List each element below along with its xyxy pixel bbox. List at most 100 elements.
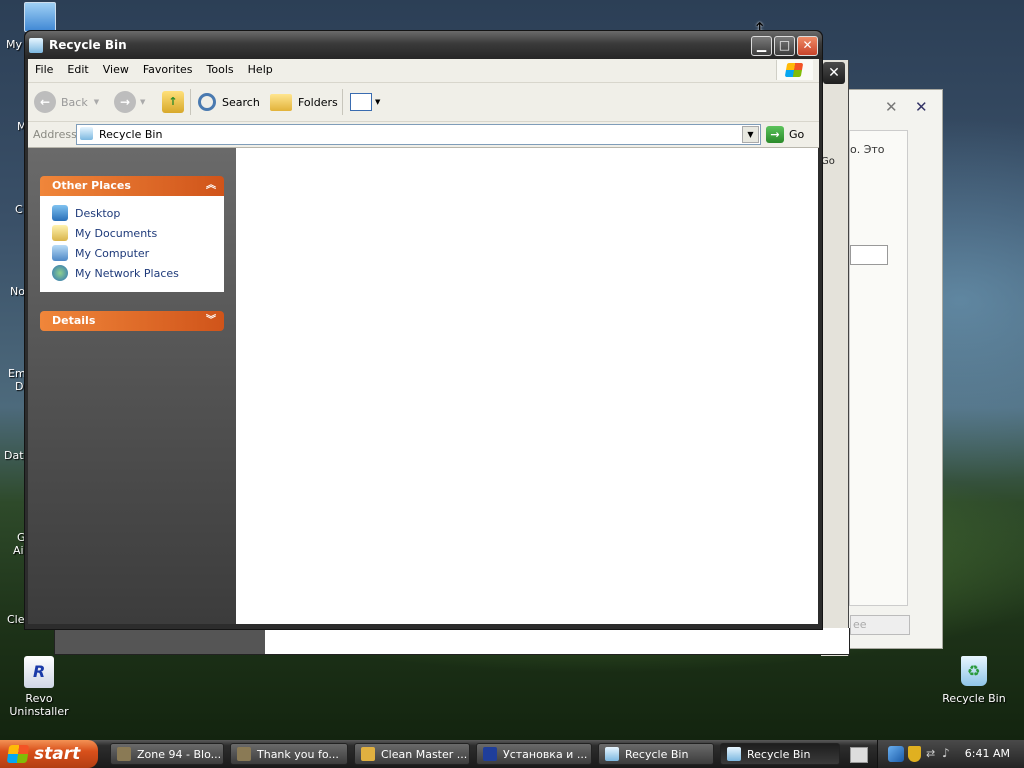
back-label: Back	[61, 95, 88, 109]
go-arrow-icon: →	[766, 125, 784, 143]
minimize-button[interactable]: ▁	[751, 36, 772, 56]
menu-help[interactable]: Help	[241, 59, 280, 81]
details-header[interactable]: Details ︾	[40, 311, 224, 331]
desktop-label-fragment[interactable]: No	[10, 285, 25, 298]
go-button[interactable]: → Go	[766, 124, 804, 144]
background-go-label: Go	[821, 156, 835, 167]
background-dialog[interactable]: ✕ ✕ о. Это ee	[848, 89, 943, 649]
address-label: Address	[33, 128, 77, 141]
expand-chevron-icon[interactable]: ︾	[206, 311, 216, 331]
explorer-window: Recycle Bin ▁ □ ✕ File Edit View Favorites T…	[24, 30, 823, 630]
recycle-bin-icon	[80, 127, 93, 140]
taskbar-item[interactable]: Recycle Bin	[598, 743, 714, 765]
folders-button[interactable]: Folders	[270, 89, 338, 115]
taskbar-item[interactable]: Установка и ...	[476, 743, 592, 765]
my-computer-icon[interactable]	[24, 2, 56, 32]
desktop-label-fragment[interactable]: D	[15, 380, 23, 393]
views-button[interactable]: ▼	[350, 89, 380, 115]
recycle-bin-icon	[605, 747, 619, 761]
recycle-bin-label: Recycle Bin	[942, 692, 1006, 705]
windows-flag-icon	[6, 745, 30, 763]
menu-file[interactable]: File	[28, 59, 60, 81]
start-button[interactable]: start	[0, 740, 98, 768]
speaker-tray-icon[interactable]: ♪	[942, 746, 950, 760]
security-shield-icon[interactable]	[908, 746, 921, 762]
maximize-button[interactable]: □	[774, 36, 795, 56]
desktop-label-fragment[interactable]: Cle	[7, 613, 25, 626]
place-my-computer[interactable]: My Computer	[52, 244, 149, 262]
installer-icon	[483, 747, 497, 761]
network-tray-icon[interactable]	[888, 746, 904, 762]
network-places-icon	[52, 265, 68, 281]
back-dropdown-icon[interactable]: ▼	[94, 98, 99, 106]
back-button[interactable]: ← Back ▼	[34, 89, 99, 115]
recycle-bin-icon	[29, 38, 43, 53]
place-desktop[interactable]: Desktop	[52, 204, 120, 222]
desktop-icon	[52, 205, 68, 221]
my-documents-icon	[52, 225, 68, 241]
views-dropdown-icon: ▼	[375, 98, 381, 106]
menu-edit[interactable]: Edit	[60, 59, 95, 81]
taskbar: start Zone 94 - Blo... Thank you fo... C…	[0, 740, 1024, 768]
close-button[interactable]: ✕	[797, 36, 818, 56]
file-list-area[interactable]	[236, 148, 818, 624]
menu-bar: File Edit View Favorites Tools Help	[28, 59, 819, 83]
recycle-bin-icon	[727, 747, 741, 761]
forward-dropdown-icon[interactable]: ▼	[140, 98, 145, 106]
revo-uninstaller-label: Revo Uninstaller	[9, 692, 69, 718]
search-button[interactable]: Search	[198, 89, 260, 115]
taskbar-item[interactable]: Zone 94 - Blo...	[110, 743, 224, 765]
other-places-header[interactable]: Other Places ︽	[40, 176, 224, 196]
revo-uninstaller-shortcut[interactable]: R Revo Uninstaller	[4, 656, 74, 718]
desktop-label-fragment[interactable]: Ai	[13, 544, 24, 557]
background-dialog-button[interactable]: ee	[850, 615, 910, 635]
title-bar[interactable]: Recycle Bin ▁ □ ✕	[25, 31, 822, 59]
place-my-documents-label: My Documents	[75, 226, 158, 240]
details-title: Details	[52, 314, 96, 327]
taskbar-item[interactable]: Thank you fo...	[230, 743, 348, 765]
background-dialog-input[interactable]	[850, 245, 888, 265]
background-close-icon[interactable]: ✕	[885, 98, 898, 116]
address-field[interactable]: Recycle Bin ▼	[76, 124, 761, 145]
background-dialog-text: о. Это	[850, 143, 885, 156]
go-label: Go	[789, 127, 805, 141]
views-icon	[350, 93, 372, 111]
task-pane: Other Places ︽ Desktop My Documents My C…	[28, 148, 236, 624]
forward-button[interactable]: → ▼	[114, 89, 145, 115]
taskbar-item[interactable]: Clean Master ...	[354, 743, 470, 765]
windows-logo-icon	[776, 60, 813, 80]
background-window-edge: ✕ Go	[821, 60, 849, 656]
recycle-bin-shortcut[interactable]: ♻ Recycle Bin	[938, 656, 1010, 705]
connection-tray-icon[interactable]: ⇄	[926, 747, 935, 760]
standard-toolbar: ← Back ▼ → ▼ ↑ Search Folders ▼	[28, 83, 819, 122]
background-window-bottom	[54, 628, 850, 655]
browser-icon	[117, 747, 131, 761]
taskbar-item-label: Clean Master ...	[381, 747, 468, 761]
taskbar-item-label: Thank you fo...	[257, 747, 339, 761]
taskbar-item-label: Recycle Bin	[625, 747, 689, 761]
menu-view[interactable]: View	[96, 59, 136, 81]
menu-favorites[interactable]: Favorites	[136, 59, 200, 81]
clock[interactable]: 6:41 AM	[965, 747, 1010, 760]
place-my-network-places-label: My Network Places	[75, 266, 179, 280]
revo-uninstaller-icon: R	[24, 656, 54, 688]
place-my-documents[interactable]: My Documents	[52, 224, 157, 242]
collapse-chevron-icon[interactable]: ︽	[206, 176, 216, 196]
search-icon	[198, 93, 216, 111]
search-label: Search	[222, 95, 260, 109]
address-value: Recycle Bin	[99, 128, 163, 141]
address-dropdown-icon[interactable]: ▼	[742, 126, 759, 143]
taskbar-item-active[interactable]: Recycle Bin	[720, 743, 840, 765]
background-close-button[interactable]: ✕	[823, 62, 845, 84]
window-title: Recycle Bin	[49, 38, 127, 52]
background-close-icon-2[interactable]: ✕	[915, 98, 928, 116]
desktop-label-fragment[interactable]: C	[15, 203, 23, 216]
menu-tools[interactable]: Tools	[200, 59, 241, 81]
address-bar: Address Recycle Bin ▼ → Go	[28, 122, 819, 148]
place-my-network-places[interactable]: My Network Places	[52, 264, 179, 282]
other-places-panel: Desktop My Documents My Computer My Netw…	[40, 196, 224, 292]
folders-icon	[270, 93, 292, 111]
desktop-label-fragment[interactable]: My	[6, 38, 22, 51]
up-folder-button[interactable]: ↑	[162, 89, 184, 115]
keyboard-icon[interactable]	[850, 747, 868, 763]
